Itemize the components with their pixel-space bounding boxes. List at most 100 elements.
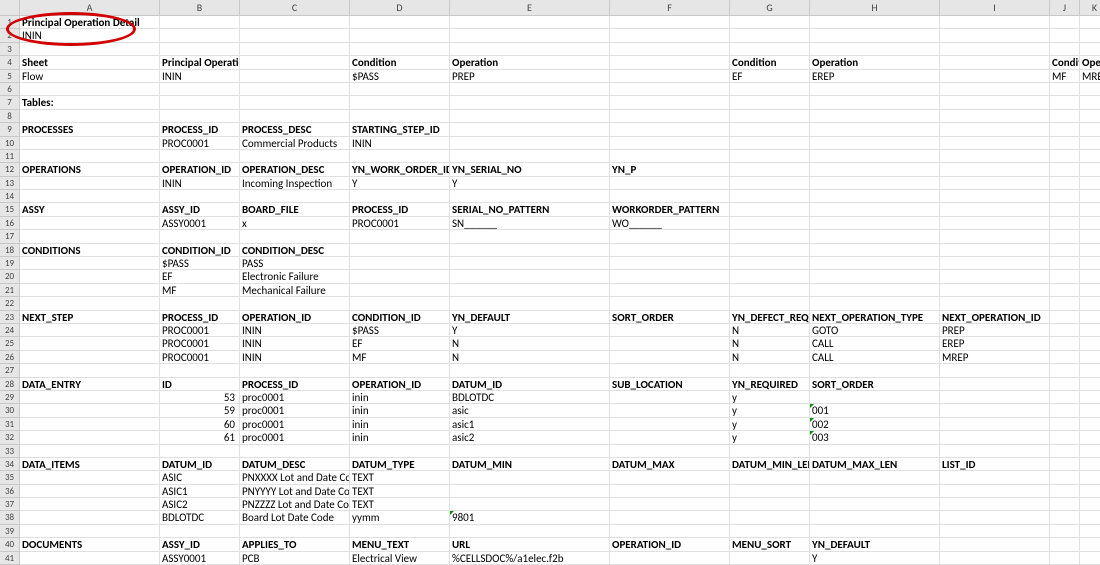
cell[interactable]: WORKORDER_PATTERN: [610, 203, 730, 216]
cell[interactable]: Condition: [350, 56, 450, 69]
cell[interactable]: [1050, 364, 1080, 377]
cell[interactable]: DOCUMENTS: [20, 538, 160, 551]
cell[interactable]: [160, 364, 240, 377]
cell[interactable]: [1050, 96, 1080, 109]
cell[interactable]: 60: [160, 418, 240, 431]
cell[interactable]: [940, 163, 1050, 176]
cell[interactable]: [350, 110, 450, 123]
cell[interactable]: [1050, 324, 1080, 337]
cell[interactable]: [1080, 351, 1100, 364]
row-header-18[interactable]: 18: [0, 244, 20, 257]
cell[interactable]: [1080, 150, 1100, 163]
cell[interactable]: inin: [350, 404, 450, 417]
cell[interactable]: [1080, 177, 1100, 190]
cell[interactable]: [810, 471, 940, 484]
row-header-2[interactable]: 2: [0, 29, 20, 42]
cell[interactable]: [20, 137, 160, 150]
cell[interactable]: [940, 364, 1050, 377]
cell[interactable]: [610, 230, 730, 243]
cell[interactable]: [810, 203, 940, 216]
cell[interactable]: [940, 511, 1050, 524]
cell[interactable]: [1050, 217, 1080, 230]
cell[interactable]: [1050, 284, 1080, 297]
cell[interactable]: [1080, 257, 1100, 270]
cell[interactable]: Incoming Inspection: [240, 177, 350, 190]
cell[interactable]: [1080, 498, 1100, 511]
cell[interactable]: $PASS: [350, 324, 450, 337]
cell[interactable]: [20, 150, 160, 163]
column-header-a[interactable]: A: [20, 0, 160, 16]
cell[interactable]: TEXT: [350, 498, 450, 511]
cell[interactable]: [240, 56, 350, 69]
cell[interactable]: [450, 83, 610, 96]
cell[interactable]: DATUM_ID: [160, 458, 240, 471]
cell[interactable]: [810, 297, 940, 310]
column-header-f[interactable]: F: [610, 0, 730, 16]
cell[interactable]: [940, 525, 1050, 538]
cell[interactable]: [240, 16, 350, 29]
cell[interactable]: [940, 257, 1050, 270]
cell[interactable]: [1050, 337, 1080, 350]
cell[interactable]: [730, 485, 810, 498]
cell[interactable]: [450, 284, 610, 297]
cell[interactable]: 002: [810, 418, 940, 431]
cell[interactable]: [350, 83, 450, 96]
cell[interactable]: DATUM_MAX: [610, 458, 730, 471]
cell[interactable]: [1050, 29, 1080, 42]
cell[interactable]: [20, 364, 160, 377]
cell[interactable]: [20, 404, 160, 417]
cell[interactable]: [810, 110, 940, 123]
cell[interactable]: CONDITION_DESC: [240, 244, 350, 257]
column-header-c[interactable]: C: [240, 0, 350, 16]
cell[interactable]: [20, 284, 160, 297]
cell[interactable]: [1050, 190, 1080, 203]
cell[interactable]: proc0001: [240, 391, 350, 404]
cell[interactable]: [940, 418, 1050, 431]
cell[interactable]: [1050, 123, 1080, 136]
cell[interactable]: [350, 16, 450, 29]
cell[interactable]: [20, 43, 160, 56]
cell[interactable]: LIST_ID: [940, 458, 1050, 471]
cell[interactable]: [1080, 418, 1100, 431]
cell[interactable]: proc0001: [240, 431, 350, 444]
cell[interactable]: [450, 445, 610, 458]
cell[interactable]: Commercial Products: [240, 137, 350, 150]
cell[interactable]: [1050, 150, 1080, 163]
cell[interactable]: [810, 123, 940, 136]
cell[interactable]: [20, 324, 160, 337]
cell[interactable]: Principal Operation: [160, 56, 240, 69]
cell[interactable]: YN_P: [610, 163, 730, 176]
cell[interactable]: [350, 244, 450, 257]
cell[interactable]: CALL: [810, 337, 940, 350]
cell[interactable]: [1050, 351, 1080, 364]
cell[interactable]: BDLOTDC: [160, 511, 240, 524]
cell[interactable]: [610, 16, 730, 29]
cell[interactable]: [160, 16, 240, 29]
cell[interactable]: [350, 364, 450, 377]
cell[interactable]: [450, 257, 610, 270]
cell[interactable]: [1050, 137, 1080, 150]
cell[interactable]: inin: [350, 418, 450, 431]
row-header-5[interactable]: 5: [0, 70, 20, 83]
cell[interactable]: OPERATION_ID: [610, 538, 730, 551]
cell[interactable]: [1080, 96, 1100, 109]
cell[interactable]: [240, 525, 350, 538]
cell[interactable]: [1050, 163, 1080, 176]
cell[interactable]: [730, 177, 810, 190]
cell[interactable]: N: [450, 351, 610, 364]
cell[interactable]: [240, 29, 350, 42]
cell[interactable]: [160, 29, 240, 42]
cell[interactable]: [610, 297, 730, 310]
cell[interactable]: [810, 137, 940, 150]
cell[interactable]: [810, 391, 940, 404]
cell[interactable]: [940, 150, 1050, 163]
cell[interactable]: [350, 230, 450, 243]
cell[interactable]: Y: [450, 324, 610, 337]
cell[interactable]: PROCESSES: [20, 123, 160, 136]
cell[interactable]: $PASS: [350, 70, 450, 83]
cell[interactable]: SN______: [450, 217, 610, 230]
cell[interactable]: [610, 150, 730, 163]
cell[interactable]: [1050, 418, 1080, 431]
cell[interactable]: SUB_LOCATION: [610, 378, 730, 391]
cell[interactable]: [730, 257, 810, 270]
